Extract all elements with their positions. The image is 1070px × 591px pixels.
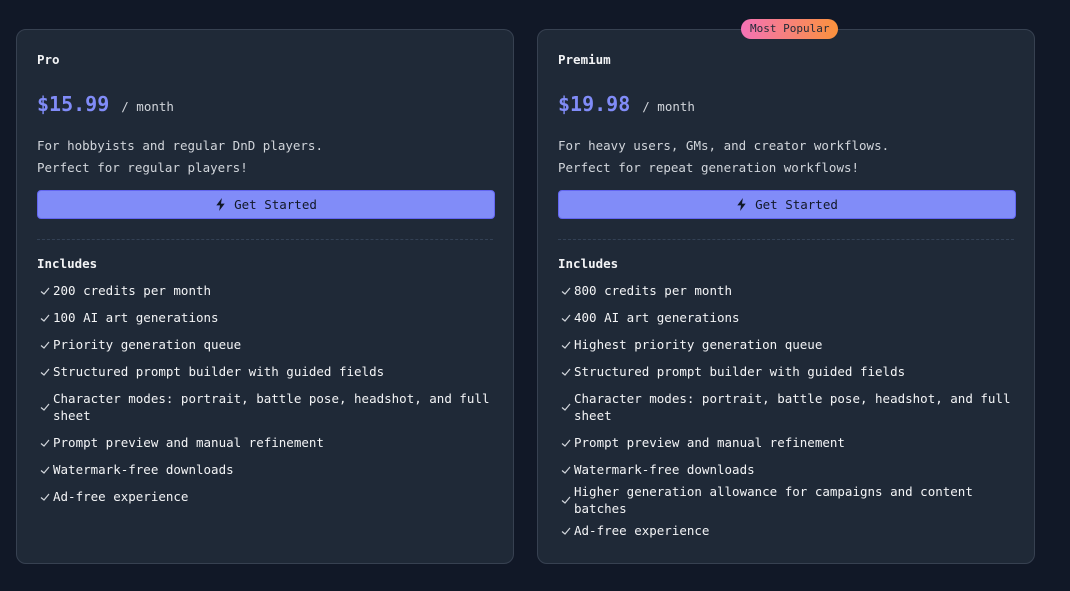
plan-description-line: Perfect for regular players! xyxy=(37,160,248,175)
plan-price: $15.99 xyxy=(37,92,110,116)
check-icon xyxy=(40,403,50,411)
plan-period: / month xyxy=(121,99,174,114)
feature-text: Higher generation allowance for campaign… xyxy=(574,484,973,516)
list-item: Character modes: portrait, battle pose, … xyxy=(558,385,1014,429)
feature-list: 200 credits per month 100 AI art generat… xyxy=(37,277,493,510)
list-item: Character modes: portrait, battle pose, … xyxy=(37,385,493,429)
divider xyxy=(37,239,493,240)
plan-period: / month xyxy=(642,99,695,114)
feature-list: 800 credits per month 400 AI art generat… xyxy=(558,277,1014,544)
get-started-label: Get Started xyxy=(755,197,838,212)
list-item: Structured prompt builder with guided fi… xyxy=(558,358,1014,385)
feature-text: Prompt preview and manual refinement xyxy=(574,435,845,450)
feature-text: Structured prompt builder with guided fi… xyxy=(574,364,906,379)
get-started-button-premium[interactable]: Get Started xyxy=(558,190,1016,219)
check-icon xyxy=(561,527,571,535)
plan-description-line: Perfect for repeat generation workflows! xyxy=(558,160,860,175)
feature-text: Prompt preview and manual refinement xyxy=(53,435,324,450)
check-icon xyxy=(561,341,571,349)
list-item: Ad-free experience xyxy=(558,517,1014,544)
check-icon xyxy=(40,439,50,447)
check-icon xyxy=(40,466,50,474)
list-item: 800 credits per month xyxy=(558,277,1014,304)
list-item: 100 AI art generations xyxy=(37,304,493,331)
includes-title: Includes xyxy=(558,256,619,271)
feature-text: 800 credits per month xyxy=(574,283,733,298)
feature-text: Watermark-free downloads xyxy=(574,462,755,477)
feature-text: Highest priority generation queue xyxy=(574,337,823,352)
list-item: Watermark-free downloads xyxy=(558,456,1014,483)
list-item: Watermark-free downloads xyxy=(37,456,493,483)
plan-card-premium: Most Popular Premium $19.98 / month For … xyxy=(537,19,1035,564)
bolt-icon xyxy=(216,198,225,211)
feature-text: 200 credits per month xyxy=(53,283,212,298)
price-row: $15.99 / month xyxy=(37,92,493,122)
check-icon xyxy=(40,368,50,376)
check-icon xyxy=(561,287,571,295)
check-icon xyxy=(561,439,571,447)
plan-price: $19.98 xyxy=(558,92,631,116)
bolt-icon xyxy=(737,198,746,211)
check-icon xyxy=(40,287,50,295)
feature-text: Ad-free experience xyxy=(574,523,710,538)
plan-name: Premium xyxy=(558,52,611,67)
feature-text: Priority generation queue xyxy=(53,337,242,352)
plan-description-line: For hobbyists and regular DnD players. xyxy=(37,138,323,153)
feature-text: Watermark-free downloads xyxy=(53,462,234,477)
check-icon xyxy=(40,493,50,501)
price-row: $19.98 / month xyxy=(558,92,1014,122)
plan-description: For hobbyists and regular DnD players. P… xyxy=(37,135,493,179)
list-item: Priority generation queue xyxy=(37,331,493,358)
check-icon xyxy=(561,496,571,504)
feature-text: 100 AI art generations xyxy=(53,310,219,325)
includes-title: Includes xyxy=(37,256,98,271)
most-popular-badge: Most Popular xyxy=(741,19,839,39)
check-icon xyxy=(561,368,571,376)
get-started-button-pro[interactable]: Get Started xyxy=(37,190,495,219)
check-icon xyxy=(40,314,50,322)
plan-description-line: For heavy users, GMs, and creator workfl… xyxy=(558,138,890,153)
feature-text: 400 AI art generations xyxy=(574,310,740,325)
get-started-label: Get Started xyxy=(234,197,317,212)
list-item: Prompt preview and manual refinement xyxy=(558,429,1014,456)
pricing-plans: Pro $15.99 / month For hobbyists and reg… xyxy=(0,0,1070,591)
list-item: Ad-free experience xyxy=(37,483,493,510)
list-item: Highest priority generation queue xyxy=(558,331,1014,358)
plan-description: For heavy users, GMs, and creator workfl… xyxy=(558,135,1014,179)
list-item: 200 credits per month xyxy=(37,277,493,304)
list-item: Prompt preview and manual refinement xyxy=(37,429,493,456)
check-icon xyxy=(561,466,571,474)
check-icon xyxy=(40,341,50,349)
plan-name: Pro xyxy=(37,52,60,67)
list-item: Higher generation allowance for campaign… xyxy=(558,483,1014,517)
divider xyxy=(558,239,1014,240)
list-item: Structured prompt builder with guided fi… xyxy=(37,358,493,385)
feature-text: Structured prompt builder with guided fi… xyxy=(53,364,385,379)
feature-text: Character modes: portrait, battle pose, … xyxy=(574,391,1011,423)
feature-text: Character modes: portrait, battle pose, … xyxy=(53,391,490,423)
list-item: 400 AI art generations xyxy=(558,304,1014,331)
check-icon xyxy=(561,314,571,322)
feature-text: Ad-free experience xyxy=(53,489,189,504)
plan-card-pro: Pro $15.99 / month For hobbyists and reg… xyxy=(16,29,514,564)
check-icon xyxy=(561,403,571,411)
